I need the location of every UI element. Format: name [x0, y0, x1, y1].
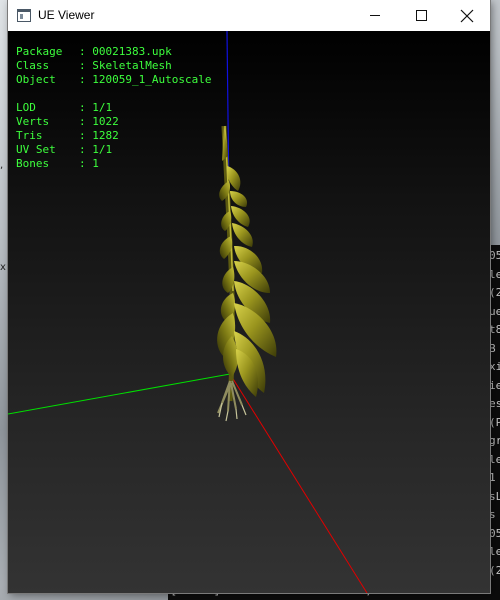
console-fragment: es — [489, 397, 500, 410]
info-value: 120059_1_Autoscale — [85, 73, 212, 86]
info-separator: : — [79, 143, 86, 156]
info-label: UV Set — [16, 143, 56, 156]
minimize-button[interactable] — [352, 0, 398, 31]
info-row: LOD: 1/1 — [16, 101, 119, 115]
info-value: SkeletalMesh — [85, 59, 172, 72]
console-fragment: ue — [489, 304, 500, 318]
info-label: Class — [16, 59, 50, 72]
info-separator: : — [79, 59, 86, 72]
info-block-asset: Package: 00021383.upk Class: SkeletalMesh… — [16, 45, 211, 87]
info-value: 00021383.upk — [85, 45, 172, 58]
console-fragment: le — [489, 545, 500, 558]
info-row: Bones: 1 — [16, 157, 119, 171]
console-fragment: gr — [489, 434, 500, 447]
console-fragment: 05 — [489, 526, 500, 540]
info-row: UV Set: 1/1 — [16, 143, 119, 157]
app-window-icon — [17, 9, 31, 22]
info-value: 1/1 — [85, 101, 113, 114]
console-fragment: le — [489, 452, 500, 466]
close-icon — [460, 9, 474, 22]
info-label: LOD — [16, 101, 36, 114]
info-separator: : — [79, 157, 86, 170]
ue-viewer-window: UE Viewer Package: 00021383.upk Class:… — [8, 0, 490, 593]
maximize-button[interactable] — [398, 0, 444, 31]
mesh-leaf — [232, 223, 253, 247]
info-row: Verts: 1022 — [16, 115, 119, 129]
console-fragment: (2 — [489, 286, 500, 299]
close-button[interactable] — [444, 0, 490, 31]
info-value: 1 — [85, 157, 99, 170]
console-fragment: (2 — [489, 563, 500, 577]
info-label: Object — [16, 73, 56, 86]
info-separator: : — [79, 115, 86, 128]
info-row: Tris: 1282 — [16, 129, 119, 143]
info-row: Package: 00021383.upk — [16, 45, 211, 59]
desktop-background: , x 05le(2uet8Bxiiees(Pgrle1sLs05le(2 [D… — [0, 0, 500, 600]
info-value: 1022 — [85, 115, 119, 128]
console-fragment: xi — [489, 360, 500, 373]
info-label: Package — [16, 45, 63, 58]
mesh-leaf — [230, 191, 248, 207]
info-label: Bones — [16, 157, 50, 170]
3d-viewport[interactable]: Package: 00021383.upk Class: SkeletalMesh… — [8, 31, 490, 593]
info-label: Verts — [16, 115, 50, 128]
info-label: Tris — [16, 129, 43, 142]
info-separator: : — [79, 101, 86, 114]
info-row: Object: 120059_1_Autoscale — [16, 73, 211, 87]
info-value: 1282 — [85, 129, 119, 142]
background-window-edge-marker: x — [0, 262, 6, 273]
title-bar[interactable]: UE Viewer — [8, 0, 490, 31]
axis-y-line — [8, 373, 231, 415]
axis-x-line — [229, 373, 368, 593]
info-separator: : — [79, 45, 86, 58]
background-window-edge: , — [0, 160, 4, 171]
info-value: 1/1 — [85, 143, 113, 156]
info-separator: : — [79, 129, 86, 142]
info-block-stats: LOD: 1/1 Verts: 1022 Tris: 1282 UV Set: 1/1… — [16, 101, 119, 171]
info-row: Class: SkeletalMesh — [16, 59, 211, 73]
console-fragment: le — [489, 267, 500, 281]
minimize-icon — [370, 15, 380, 16]
console-fragment: (P — [489, 415, 500, 429]
console-fragment: 05 — [489, 249, 500, 262]
console-fragment: t8 — [489, 323, 500, 336]
console-fragment: ie — [489, 378, 500, 392]
info-separator: : — [79, 73, 86, 86]
window-title: UE Viewer — [38, 8, 95, 22]
maximize-icon — [415, 10, 427, 21]
console-fragment: sL — [489, 489, 500, 503]
